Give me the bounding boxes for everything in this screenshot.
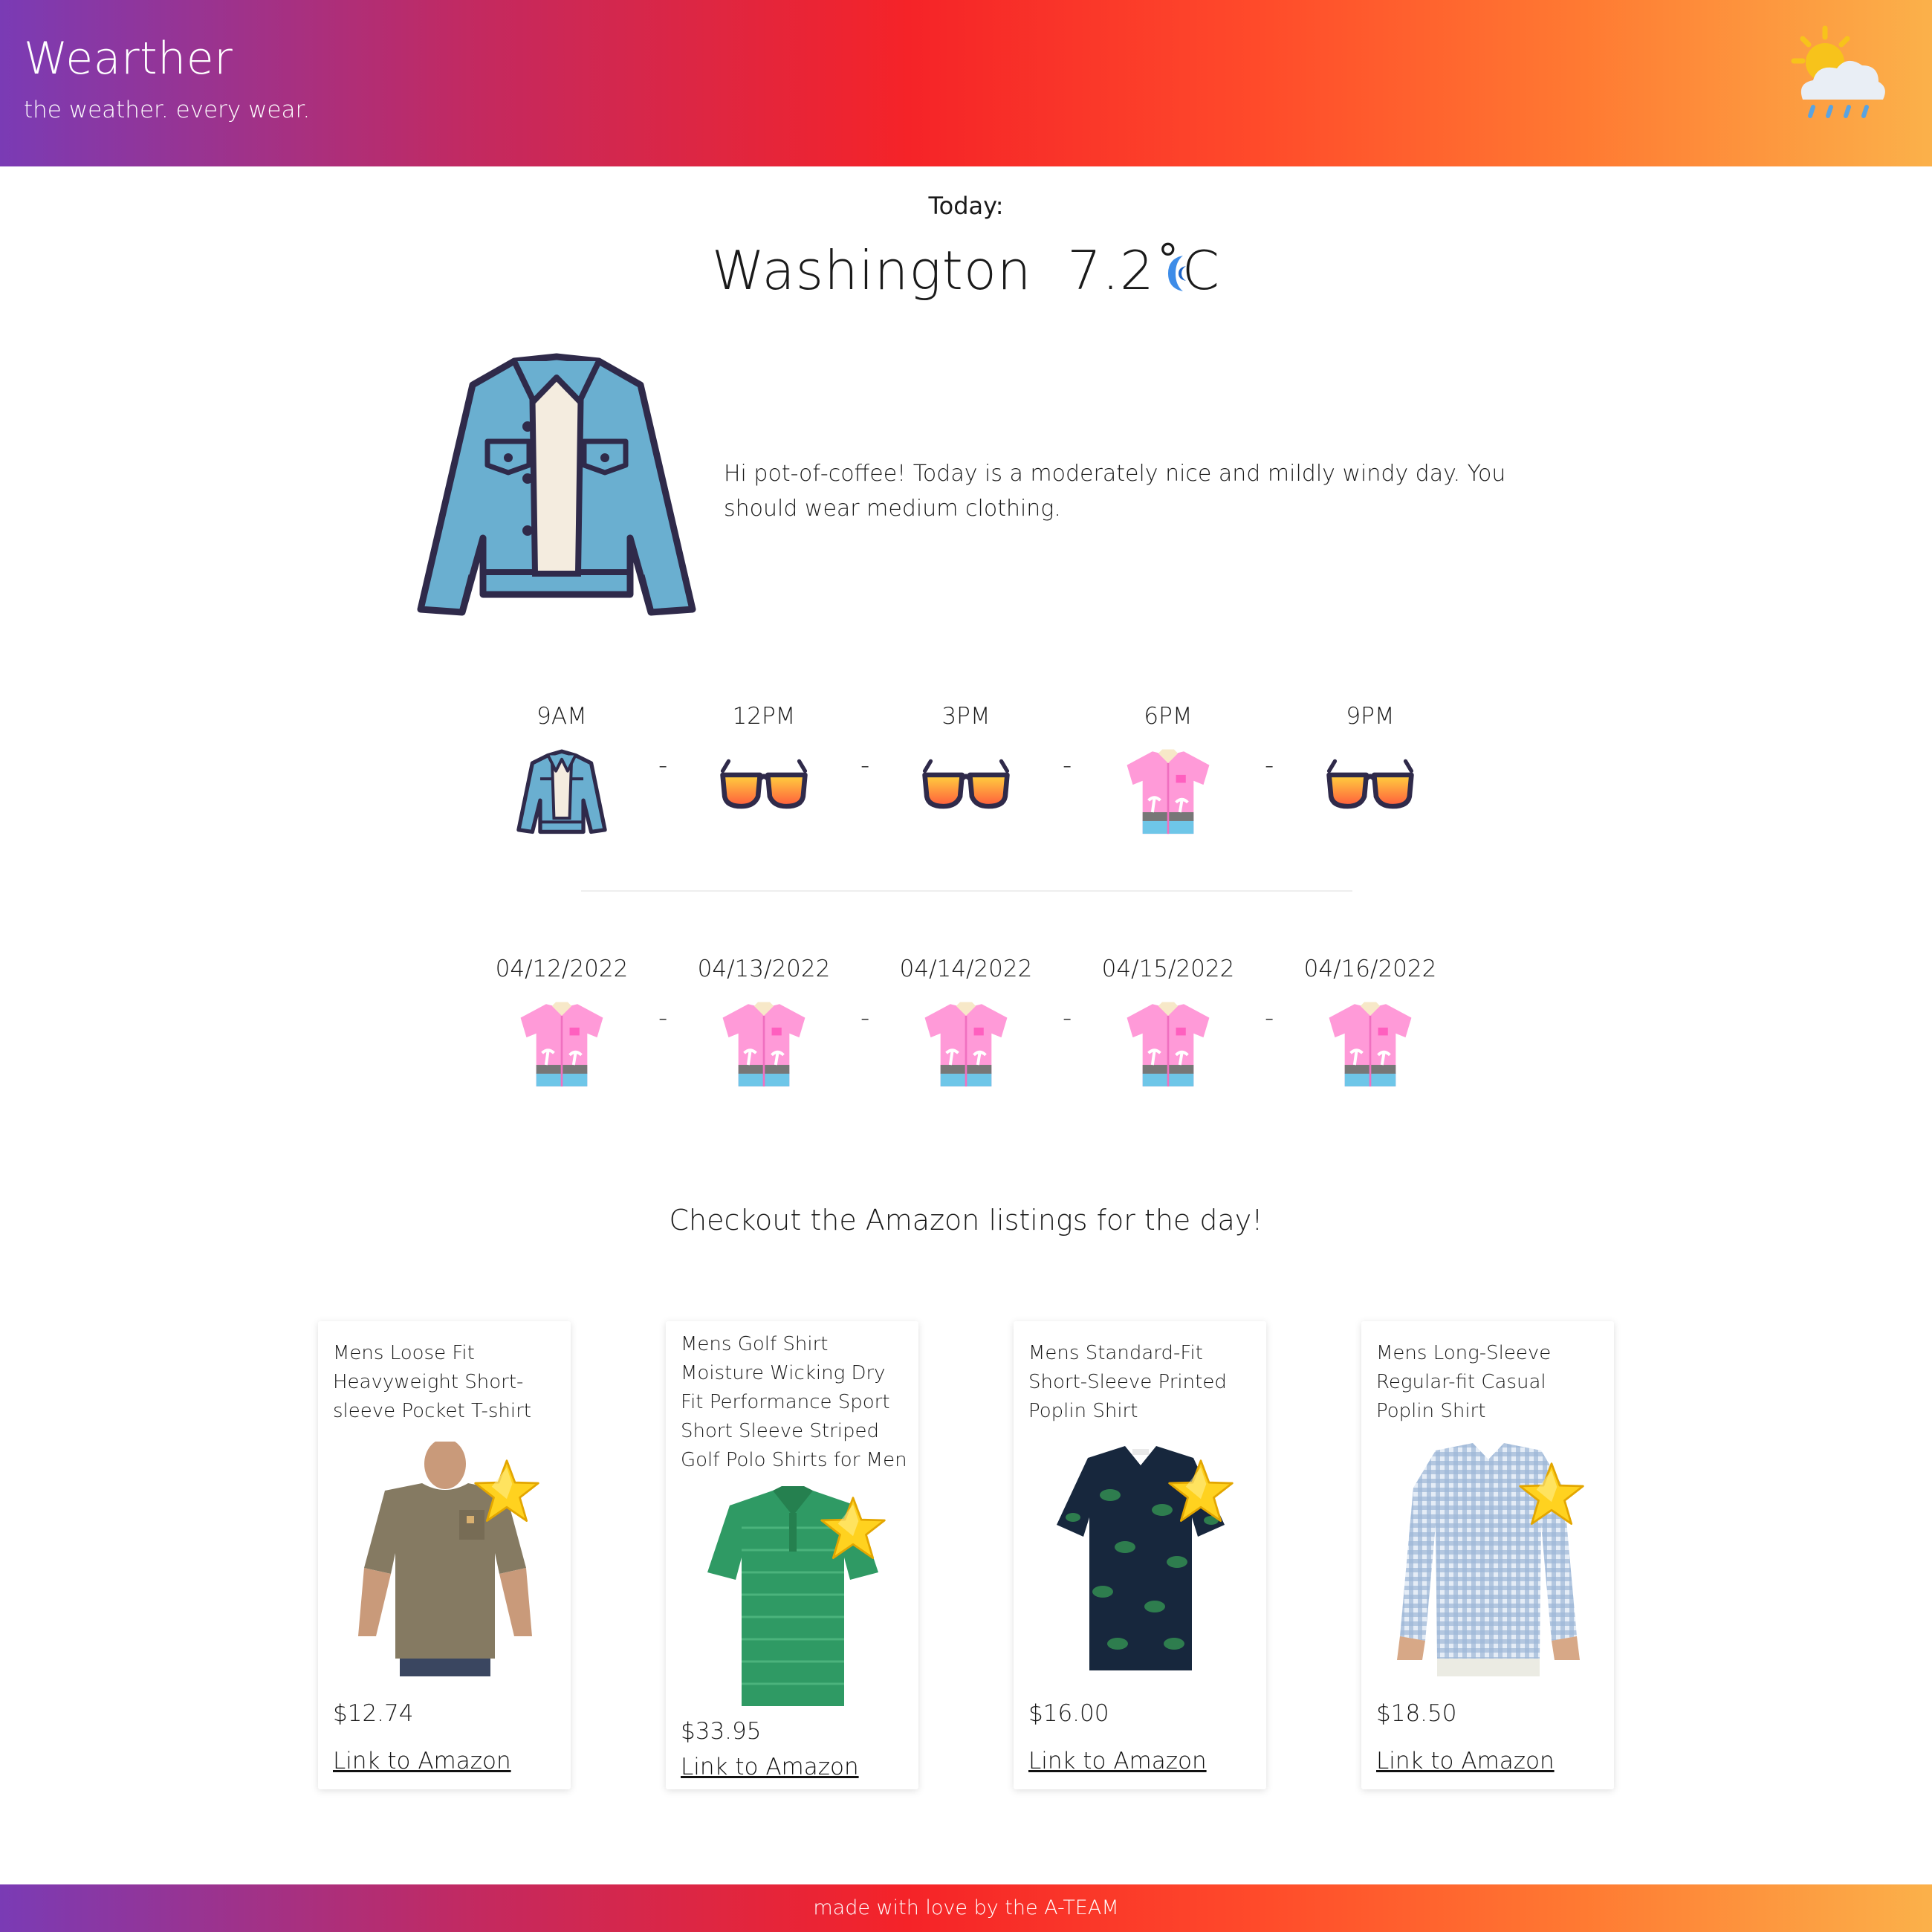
amazon-link[interactable]: Link to Amazon (681, 1754, 859, 1780)
daily-date: 04/15/2022 (1101, 956, 1235, 982)
star-icon (474, 1459, 539, 1523)
amazon-link[interactable]: Link to Amazon (1028, 1748, 1207, 1774)
daily-date: 04/14/2022 (899, 956, 1033, 982)
current-weather-headline: Washington 7.2˚C (0, 239, 1932, 302)
app-footer: made with love by the A-TEAM (0, 1884, 1932, 1932)
product-price: $33.95 (681, 1718, 762, 1745)
hawaiian-shirt-icon (721, 1000, 807, 1089)
product-title: Mens Standard-Fit Short-Sleeve Printed P… (1028, 1342, 1227, 1422)
star-icon (1168, 1459, 1234, 1523)
hourly-time: 9PM (1346, 703, 1395, 730)
hourly-time: 12PM (732, 703, 796, 730)
product-title: Mens Golf Shirt Moisture Wicking Dry Fit… (681, 1333, 907, 1471)
product-title: Mens Loose Fit Heavyweight Short-sleeve … (333, 1342, 531, 1422)
hawaiian-shirt-icon (1327, 1000, 1413, 1089)
product-card: Mens Loose Fit Heavyweight Short-sleeve … (318, 1321, 571, 1789)
star-icon (1519, 1462, 1584, 1526)
daily-date: 04/12/2022 (495, 956, 629, 982)
product-price: $16.00 (1028, 1700, 1109, 1727)
hourly-slot: 6PM (1067, 703, 1269, 840)
daily-date: 04/13/2022 (697, 956, 831, 982)
hawaiian-shirt-icon (1125, 748, 1211, 836)
product-price: $18.50 (1376, 1700, 1457, 1727)
daily-date: 04/16/2022 (1303, 956, 1437, 982)
daily-slot: 04/13/2022 (663, 956, 865, 1092)
city-name: Washington (711, 239, 1032, 302)
outfit-advice: Hi pot-of-coffee! Today is a moderately … (724, 461, 1506, 522)
hawaiian-shirt-icon (923, 1000, 1009, 1089)
product-card: Mens Long-Sleeve Regular-fit Casual Popl… (1361, 1321, 1614, 1789)
weather-logo-icon (1791, 25, 1885, 118)
today-label: Today: (928, 192, 1004, 220)
app-tagline: the weather. every wear. (24, 97, 311, 123)
hawaiian-shirt-icon (1125, 1000, 1211, 1089)
sunglasses-icon (715, 742, 813, 840)
footer-text: made with love by the A-TEAM (813, 1896, 1119, 1919)
amazon-heading: Checkout the Amazon listings for the day… (669, 1204, 1263, 1236)
denim-jacket-icon (417, 353, 696, 616)
denim-jacket-icon (513, 742, 611, 840)
sunglasses-icon (1321, 742, 1419, 840)
product-price: $12.74 (333, 1700, 414, 1727)
app-brand[interactable]: Wearther (24, 33, 233, 85)
product-card: Mens Golf Shirt Moisture Wicking Dry Fit… (666, 1321, 918, 1789)
sunglasses-icon (917, 742, 1015, 840)
moon-icon (1168, 256, 1186, 291)
daily-slot: 04/15/2022 (1067, 956, 1269, 1092)
amazon-link[interactable]: Link to Amazon (1376, 1748, 1555, 1774)
hourly-slot: 9PM (1269, 703, 1471, 840)
product-card: Mens Standard-Fit Short-Sleeve Printed P… (1014, 1321, 1266, 1789)
hawaiian-shirt-icon (519, 1000, 605, 1089)
daily-slot: 04/12/2022 (461, 956, 663, 1092)
daily-slot: 04/16/2022 (1269, 956, 1471, 1092)
hourly-time: 9AM (537, 703, 587, 730)
app-header: Wearther the weather. every wear. (0, 0, 1932, 166)
star-icon (820, 1497, 886, 1560)
hourly-slot: 9AM (461, 703, 663, 840)
amazon-link[interactable]: Link to Amazon (333, 1748, 511, 1774)
current-temperature: 7.2˚C (1067, 239, 1221, 302)
hourly-slot: 12PM (663, 703, 865, 840)
hourly-time: 3PM (941, 703, 991, 730)
daily-slot: 04/14/2022 (865, 956, 1067, 1092)
forecast-divider (581, 890, 1352, 892)
hourly-time: 6PM (1144, 703, 1193, 730)
hourly-slot: 3PM (865, 703, 1067, 840)
product-title: Mens Long-Sleeve Regular-fit Casual Popl… (1376, 1342, 1552, 1422)
